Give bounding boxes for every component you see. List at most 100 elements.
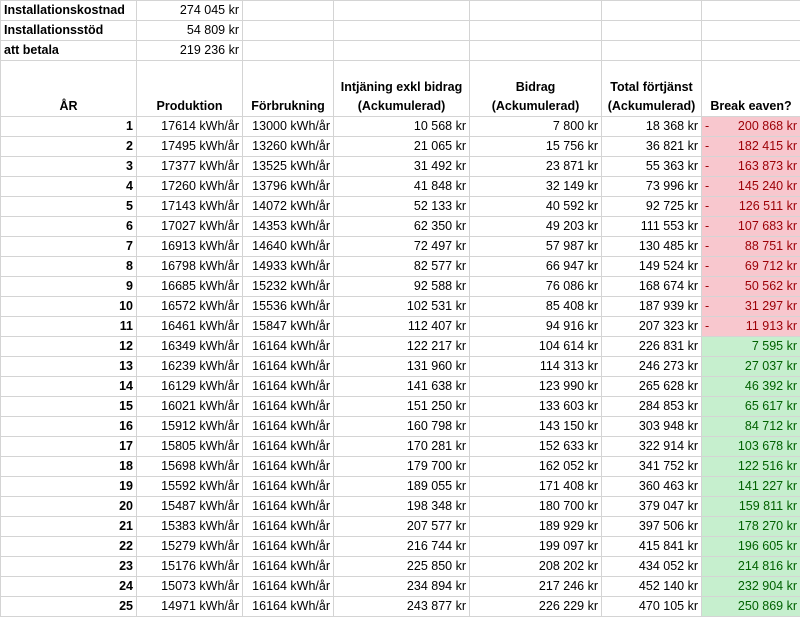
consumption-cell[interactable]: 15232 kWh/år [243,277,334,297]
consumption-cell[interactable]: 16164 kWh/år [243,357,334,377]
empty-cell[interactable] [470,21,602,41]
earnings-cell[interactable]: 82 577 kr [334,257,470,277]
earnings-cell[interactable]: 131 960 kr [334,357,470,377]
earnings-cell[interactable]: 160 798 kr [334,417,470,437]
earnings-cell[interactable]: 62 350 kr [334,217,470,237]
total-cell[interactable]: 207 323 kr [602,317,702,337]
total-cell[interactable]: 452 140 kr [602,577,702,597]
summary-value-cell[interactable]: 274 045 kr [137,1,243,21]
year-cell[interactable]: 9 [1,277,137,297]
consumption-cell[interactable]: 16164 kWh/år [243,457,334,477]
earnings-cell[interactable]: 21 065 kr [334,137,470,157]
year-cell[interactable]: 4 [1,177,137,197]
empty-cell[interactable] [702,1,800,21]
breakeven-cell-negative[interactable]: -69 712 kr [702,257,800,277]
consumption-cell[interactable]: 14640 kWh/år [243,237,334,257]
production-cell[interactable]: 16461 kWh/år [137,317,243,337]
consumption-cell[interactable]: 15847 kWh/år [243,317,334,337]
consumption-cell[interactable]: 13000 kWh/år [243,117,334,137]
production-cell[interactable]: 14971 kWh/år [137,597,243,617]
year-cell[interactable]: 10 [1,297,137,317]
earnings-cell[interactable]: 112 407 kr [334,317,470,337]
earnings-cell[interactable]: 102 531 kr [334,297,470,317]
earnings-cell[interactable]: 216 744 kr [334,537,470,557]
production-cell[interactable]: 15176 kWh/år [137,557,243,577]
empty-cell[interactable] [602,21,702,41]
production-cell[interactable]: 17260 kWh/år [137,177,243,197]
breakeven-cell-positive[interactable]: 196 605 kr [702,537,800,557]
consumption-cell[interactable]: 16164 kWh/år [243,417,334,437]
earnings-cell[interactable]: 243 877 kr [334,597,470,617]
earnings-cell[interactable]: 41 848 kr [334,177,470,197]
year-cell[interactable]: 17 [1,437,137,457]
total-cell[interactable]: 265 628 kr [602,377,702,397]
grant-cell[interactable]: 162 052 kr [470,457,602,477]
total-cell[interactable]: 360 463 kr [602,477,702,497]
production-cell[interactable]: 15592 kWh/år [137,477,243,497]
total-cell[interactable]: 55 363 kr [602,157,702,177]
year-cell[interactable]: 7 [1,237,137,257]
grant-cell[interactable]: 143 150 kr [470,417,602,437]
production-cell[interactable]: 16021 kWh/år [137,397,243,417]
breakeven-cell-negative[interactable]: -145 240 kr [702,177,800,197]
grant-cell[interactable]: 57 987 kr [470,237,602,257]
production-cell[interactable]: 15698 kWh/år [137,457,243,477]
total-cell[interactable]: 92 725 kr [602,197,702,217]
total-cell[interactable]: 111 553 kr [602,217,702,237]
summary-value-cell[interactable]: 219 236 kr [137,41,243,61]
earnings-cell[interactable]: 92 588 kr [334,277,470,297]
grant-cell[interactable]: 217 246 kr [470,577,602,597]
production-cell[interactable]: 17614 kWh/år [137,117,243,137]
summary-label-cell[interactable]: Installationsstöd [1,21,137,41]
grant-cell[interactable]: 15 756 kr [470,137,602,157]
grant-cell[interactable]: 208 202 kr [470,557,602,577]
breakeven-cell-positive[interactable]: 214 816 kr [702,557,800,577]
total-cell[interactable]: 379 047 kr [602,497,702,517]
earnings-cell[interactable]: 52 133 kr [334,197,470,217]
grant-cell[interactable]: 40 592 kr [470,197,602,217]
total-cell[interactable]: 73 996 kr [602,177,702,197]
total-cell[interactable]: 168 674 kr [602,277,702,297]
empty-cell[interactable] [702,21,800,41]
grant-cell[interactable]: 49 203 kr [470,217,602,237]
grant-cell[interactable]: 189 929 kr [470,517,602,537]
breakeven-cell-positive[interactable]: 122 516 kr [702,457,800,477]
total-cell[interactable]: 246 273 kr [602,357,702,377]
total-cell[interactable]: 470 105 kr [602,597,702,617]
total-cell[interactable]: 18 368 kr [602,117,702,137]
header-breakeven[interactable]: Break eaven? [702,61,800,117]
year-cell[interactable]: 2 [1,137,137,157]
year-cell[interactable]: 13 [1,357,137,377]
summary-value-cell[interactable]: 54 809 kr [137,21,243,41]
consumption-cell[interactable]: 16164 kWh/år [243,337,334,357]
header-consumption[interactable]: Förbrukning [243,61,334,117]
header-grant[interactable]: Bidrag(Ackumulerad) [470,61,602,117]
production-cell[interactable]: 15487 kWh/år [137,497,243,517]
year-cell[interactable]: 25 [1,597,137,617]
total-cell[interactable]: 226 831 kr [602,337,702,357]
total-cell[interactable]: 130 485 kr [602,237,702,257]
total-cell[interactable]: 415 841 kr [602,537,702,557]
year-cell[interactable]: 15 [1,397,137,417]
breakeven-cell-positive[interactable]: 7 595 kr [702,337,800,357]
empty-cell[interactable] [243,41,334,61]
year-cell[interactable]: 1 [1,117,137,137]
production-cell[interactable]: 16129 kWh/år [137,377,243,397]
empty-cell[interactable] [334,1,470,21]
year-cell[interactable]: 21 [1,517,137,537]
year-cell[interactable]: 11 [1,317,137,337]
grant-cell[interactable]: 32 149 kr [470,177,602,197]
empty-cell[interactable] [334,21,470,41]
production-cell[interactable]: 16685 kWh/år [137,277,243,297]
production-cell[interactable]: 16572 kWh/år [137,297,243,317]
header-production[interactable]: Produktion [137,61,243,117]
breakeven-cell-negative[interactable]: -182 415 kr [702,137,800,157]
production-cell[interactable]: 16798 kWh/år [137,257,243,277]
production-cell[interactable]: 17377 kWh/år [137,157,243,177]
production-cell[interactable]: 15073 kWh/år [137,577,243,597]
consumption-cell[interactable]: 16164 kWh/år [243,557,334,577]
grant-cell[interactable]: 85 408 kr [470,297,602,317]
grant-cell[interactable]: 23 871 kr [470,157,602,177]
year-cell[interactable]: 16 [1,417,137,437]
header-earnings[interactable]: Intjäning exkl bidrag(Ackumulerad) [334,61,470,117]
